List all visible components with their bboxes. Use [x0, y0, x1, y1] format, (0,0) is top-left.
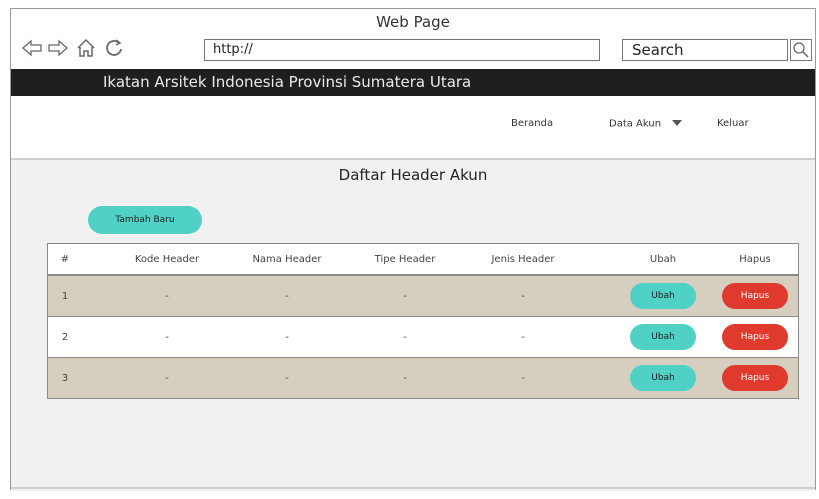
cell-tipe: -: [403, 290, 407, 302]
search-icon[interactable]: [790, 39, 812, 61]
cell-nama: -: [285, 331, 289, 343]
cell-ubah: Ubah: [630, 276, 696, 316]
window-title: Web Page: [376, 13, 450, 31]
cell-ubah: Ubah: [630, 317, 696, 357]
table-header-row: # Kode Header Nama Header Tipe Header Je…: [48, 244, 798, 276]
column-header-ubah: Ubah: [649, 253, 677, 265]
browser-window: Web Page http:// Search Ikatan Arsitek I…: [10, 8, 816, 491]
cell-number: 3: [61, 372, 69, 384]
home-icon[interactable]: [75, 37, 97, 59]
cell-kode: -: [165, 331, 169, 343]
edit-button[interactable]: Ubah: [630, 324, 696, 350]
cell-hapus: Hapus: [722, 317, 788, 357]
column-header-number: #: [60, 253, 70, 265]
browser-toolbar: http:// Search: [11, 37, 815, 67]
add-new-button[interactable]: Tambah Baru: [88, 206, 202, 234]
cell-hapus: Hapus: [722, 358, 788, 398]
edit-button[interactable]: Ubah: [630, 283, 696, 309]
search-input[interactable]: Search: [622, 39, 788, 61]
table-row: 2 - - - - Ubah Hapus: [48, 317, 798, 358]
column-header-jenis: Jenis Header: [491, 253, 555, 265]
forward-arrow-icon[interactable]: [47, 37, 69, 59]
cell-kode: -: [165, 372, 169, 384]
refresh-icon[interactable]: [103, 37, 125, 59]
cell-hapus: Hapus: [722, 276, 788, 316]
nav-data-akun[interactable]: Data Akun: [609, 118, 683, 130]
bottom-divider: [11, 487, 815, 489]
cell-tipe: -: [403, 331, 407, 343]
column-header-hapus: Hapus: [739, 253, 771, 265]
cell-nama: -: [285, 372, 289, 384]
back-arrow-icon[interactable]: [21, 37, 43, 59]
top-navigation: Beranda Data Akun Keluar: [11, 96, 815, 160]
delete-button[interactable]: Hapus: [722, 324, 788, 350]
address-bar[interactable]: http://: [204, 39, 600, 61]
page-title: Daftar Header Akun: [338, 166, 488, 184]
edit-button[interactable]: Ubah: [630, 365, 696, 391]
column-header-nama: Nama Header: [252, 253, 322, 265]
header-akun-table: # Kode Header Nama Header Tipe Header Je…: [47, 243, 799, 399]
cell-kode: -: [165, 290, 169, 302]
cell-tipe: -: [403, 372, 407, 384]
cell-jenis: -: [521, 331, 525, 343]
main-content: Daftar Header Akun Tambah Baru # Kode He…: [11, 160, 815, 491]
cell-jenis: -: [521, 372, 525, 384]
nav-data-akun-label: Data Akun: [609, 118, 662, 130]
cell-jenis: -: [521, 290, 525, 302]
delete-button[interactable]: Hapus: [722, 283, 788, 309]
nav-keluar[interactable]: Keluar: [717, 118, 749, 129]
chevron-down-icon: [672, 118, 683, 129]
delete-button[interactable]: Hapus: [722, 365, 788, 391]
table-row: 3 - - - - Ubah Hapus: [48, 358, 798, 398]
cell-number: 1: [61, 290, 69, 302]
cell-number: 2: [61, 331, 69, 343]
cell-nama: -: [285, 290, 289, 302]
nav-beranda[interactable]: Beranda: [511, 118, 553, 129]
table-row: 1 - - - - Ubah Hapus: [48, 276, 798, 317]
cell-ubah: Ubah: [630, 358, 696, 398]
column-header-tipe: Tipe Header: [374, 253, 436, 265]
site-brand: Ikatan Arsitek Indonesia Provinsi Sumate…: [11, 69, 815, 96]
column-header-kode: Kode Header: [134, 253, 200, 265]
